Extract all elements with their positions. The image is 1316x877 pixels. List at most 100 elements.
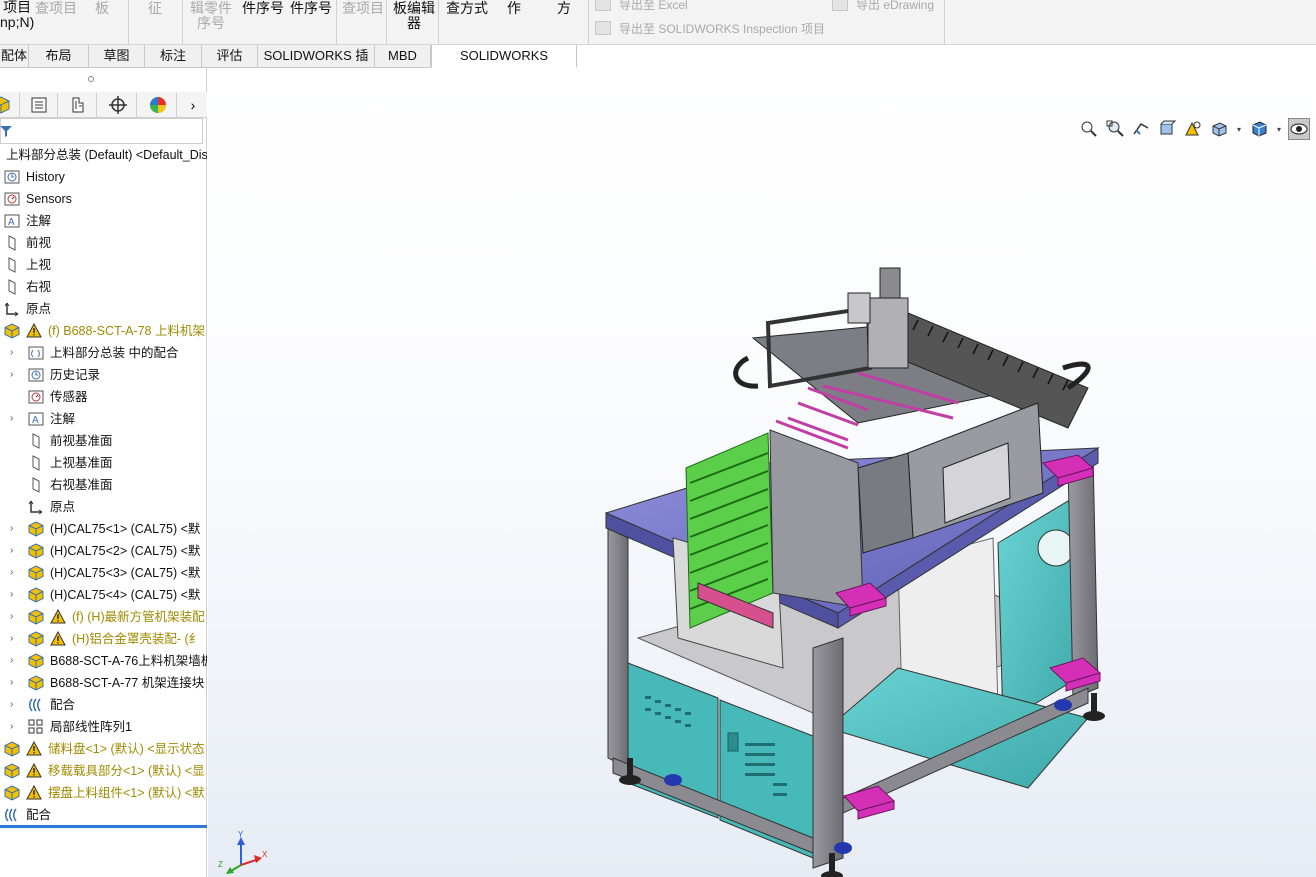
tree-item[interactable]: › 局部线性阵列1 [0, 716, 207, 738]
assembly-model-3d-view[interactable] [598, 258, 1118, 877]
tree-item[interactable]: › A 注解 [0, 408, 207, 430]
display-style-button[interactable] [1248, 118, 1270, 140]
tab-layout[interactable]: 布局 [29, 45, 89, 68]
tab-dimxpert-manager[interactable] [99, 93, 137, 117]
tree-root-assembly[interactable]: 上料部分总装 (Default) <Default_Dis [0, 144, 207, 166]
tree-filter-bar[interactable] [0, 118, 203, 144]
export-excel-button[interactable]: 导出至 Excel [595, 0, 688, 13]
ribbon-button-template-editor[interactable]: 板编辑 器 [393, 1, 435, 31]
expand-arrow-icon[interactable]: › [10, 716, 20, 738]
expand-arrow-icon[interactable]: › [10, 518, 20, 540]
tree-item[interactable]: › (H)铝合金罩壳装配- (纟 [0, 628, 207, 650]
tree-item-label: 储料盘<1> (默认) <显示状态 [48, 742, 205, 756]
tree-item[interactable]: History [0, 166, 207, 188]
expand-arrow-icon[interactable]: › [10, 364, 20, 386]
tab-solidworks-addins[interactable]: SOLIDWORKS 插件 [258, 45, 375, 85]
tab-evaluate[interactable]: 评估 [202, 45, 258, 68]
tab-display-manager[interactable] [139, 93, 177, 117]
ribbon-button-template[interactable]: 板 [95, 1, 109, 16]
tree-item[interactable]: › 上料部分总装 中的配合 [0, 342, 207, 364]
tabs-scroll-right[interactable]: › [179, 93, 207, 117]
expand-arrow-icon[interactable]: › [10, 650, 20, 672]
panel-splitter-handle[interactable] [88, 76, 94, 82]
tab-property-manager[interactable] [20, 93, 58, 117]
tab-assembly[interactable]: 配体 [0, 45, 29, 68]
svg-text:A: A [8, 217, 15, 228]
ribbon-button-check-item[interactable]: 查项目 [35, 1, 77, 16]
tab-sketch[interactable]: 草图 [89, 45, 145, 68]
tree-item-label: (H)CAL75<4> (CAL75) <默 [50, 588, 201, 602]
zoom-area-button[interactable] [1104, 118, 1126, 140]
ribbon-button-balloon-a[interactable]: 件序号 [242, 1, 284, 16]
tree-item[interactable]: 原点 [0, 298, 207, 320]
command-tabs: 配体 布局 草图 标注 评估 SOLIDWORKS 插件 MBD SOLIDWO… [0, 45, 577, 85]
ribbon-button-check-item-2[interactable]: 查项目 [342, 1, 384, 16]
tree-item[interactable]: A 注解 [0, 210, 207, 232]
tree-item-label: 摆盘上料组件<1> (默认) <默 [48, 786, 205, 800]
tree-item[interactable]: › (H)CAL75<4> (CAL75) <默 [0, 584, 207, 606]
ribbon-button-feature[interactable]: 征 [148, 1, 162, 16]
tree-item[interactable]: 上视基准面 [0, 452, 207, 474]
tab-solidworks-inspection[interactable]: SOLIDWORKS Inspection [431, 45, 577, 85]
tree-item[interactable]: 传感器 [0, 386, 207, 408]
tree-item[interactable]: › 配合 [0, 694, 207, 716]
tab-mbd[interactable]: MBD [375, 45, 431, 68]
ribbon-button-operation[interactable]: 作 [507, 1, 521, 16]
dropdown-arrow-icon[interactable]: ▾ [1234, 118, 1244, 140]
tree-item[interactable]: (f) B688-SCT-A-78 上料机架 [0, 320, 207, 342]
tab-configuration-manager[interactable] [59, 93, 97, 117]
tree-item-label: 注解 [26, 214, 52, 228]
tree-item[interactable]: 储料盘<1> (默认) <显示状态 [0, 738, 207, 760]
tree-item[interactable]: › (H)CAL75<2> (CAL75) <默 [0, 540, 207, 562]
tree-item[interactable]: 右视基准面 [0, 474, 207, 496]
tree-item[interactable]: › B688-SCT-A-77 机架连接块 [0, 672, 207, 694]
tree-item[interactable]: 原点 [0, 496, 207, 518]
ribbon-button-balloon-b[interactable]: 件序号 [290, 1, 332, 16]
tree-item[interactable]: › 历史记录 [0, 364, 207, 386]
mates-icon [29, 698, 41, 712]
tree-item[interactable]: › B688-SCT-A-76上料机架墙板 [0, 650, 207, 672]
dimxpert-icon [108, 96, 127, 114]
expand-arrow-icon[interactable]: › [10, 584, 20, 606]
display-manager-icon [149, 97, 166, 113]
export-edrawing-button[interactable]: 导出 eDrawing [832, 0, 934, 13]
tab-markup[interactable]: 标注 [145, 45, 202, 68]
expand-arrow-icon[interactable]: › [10, 672, 20, 694]
tree-item[interactable]: › (f) (H)最新方管机架装配 [0, 606, 207, 628]
hide-show-button[interactable] [1288, 118, 1310, 140]
graphics-area[interactable]: ▾▾▾▾▾ [208, 68, 1316, 877]
tree-item[interactable]: 前视基准面 [0, 430, 207, 452]
tree-item[interactable]: 移载载具部分<1> (默认) <显 [0, 760, 207, 782]
expand-arrow-icon[interactable]: › [10, 342, 20, 364]
view-orientation-button[interactable] [1208, 118, 1230, 140]
dropdown-arrow-icon[interactable]: ▾ [1274, 118, 1284, 140]
origin-icon [4, 302, 19, 317]
expand-arrow-icon[interactable]: › [10, 562, 20, 584]
export-inspection-button[interactable]: 导出至 SOLIDWORKS Inspection 项目 [595, 20, 825, 37]
zoom-to-fit-button[interactable] [1078, 118, 1100, 140]
tree-item[interactable]: 上视 [0, 254, 207, 276]
tree-item[interactable]: 前视 [0, 232, 207, 254]
ribbon-button-project[interactable]: 项目 np;N) [0, 0, 34, 30]
tree-item[interactable]: 摆盘上料组件<1> (默认) <默 [0, 782, 207, 804]
inspection-export-icon [595, 21, 611, 35]
expand-arrow-icon[interactable]: › [10, 606, 20, 628]
plane-icon [32, 455, 40, 471]
ribbon-button-method[interactable]: 方 [557, 1, 571, 16]
expand-arrow-icon[interactable]: › [10, 408, 20, 430]
expand-arrow-icon[interactable]: › [10, 540, 20, 562]
previous-view-button[interactable] [1130, 118, 1152, 140]
tree-item[interactable]: 右视 [0, 276, 207, 298]
tree-item[interactable]: Sensors [0, 188, 207, 210]
tree-item[interactable]: 配合 [0, 804, 207, 826]
tree-item[interactable]: › (H)CAL75<1> (CAL75) <默 [0, 518, 207, 540]
section-view-button[interactable] [1156, 118, 1178, 140]
ribbon-button-inspection-method[interactable]: 查方式 [446, 1, 488, 16]
expand-arrow-icon[interactable]: › [10, 628, 20, 650]
tree-item[interactable]: › (H)CAL75<3> (CAL75) <默 [0, 562, 207, 584]
ribbon-button-edit-balloon[interactable]: 辑零件 序号 [190, 1, 232, 31]
dynamic-annotation-button[interactable] [1182, 118, 1204, 140]
excel-icon [595, 0, 611, 11]
expand-arrow-icon[interactable]: › [10, 694, 20, 716]
tab-feature-manager[interactable] [0, 93, 20, 117]
